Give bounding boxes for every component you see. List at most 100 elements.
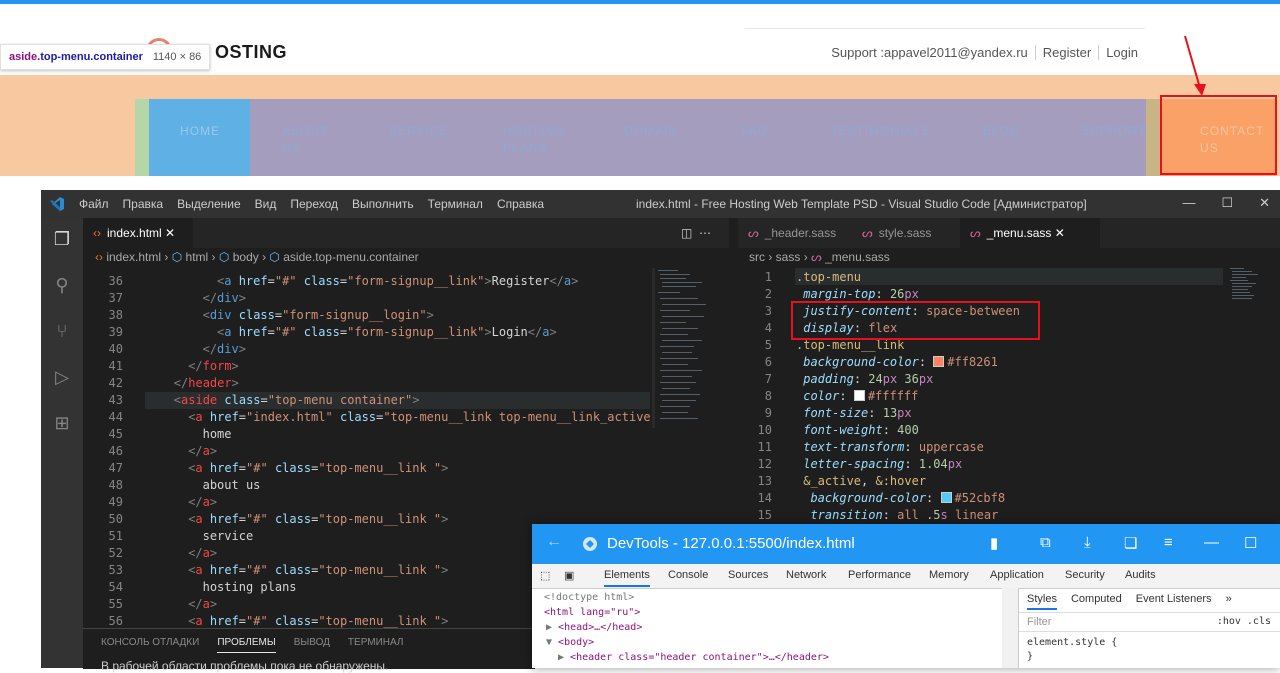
styles-filter[interactable]: Filter :hov .cls <box>1019 612 1280 632</box>
minimize-icon[interactable]: — <box>1182 195 1195 211</box>
menu-item-domain[interactable]: DOMAIN <box>624 99 678 176</box>
dom-node[interactable]: ▶ <head>…</head> <box>546 622 642 633</box>
menu-terminal[interactable]: Терминал <box>428 197 483 211</box>
tab-application[interactable]: Application <box>990 569 1044 581</box>
tab-output[interactable]: ВЫВОД <box>294 637 330 653</box>
element-style-rule[interactable]: element.style {} <box>1027 636 1117 664</box>
dom-node[interactable]: <!doctype html> <box>544 592 634 603</box>
filter-placeholder[interactable]: Filter <box>1027 616 1051 628</box>
tab-debug-console[interactable]: КОНСОЛЬ ОТЛАДКИ <box>101 637 199 653</box>
site-logo-text[interactable]: OSTING <box>215 42 287 63</box>
code-line[interactable]: </a> <box>188 444 217 458</box>
source-control-icon[interactable]: ⑂ <box>51 320 73 342</box>
tab-problems[interactable]: ПРОБЛЕМЫ <box>217 637 276 653</box>
code-line[interactable]: .top-menu__link <box>796 338 904 352</box>
menu-go[interactable]: Переход <box>290 197 338 211</box>
support-email[interactable]: Support :appavel2011@yandex.ru <box>824 45 1035 60</box>
tab-event-listeners[interactable]: Event Listeners <box>1136 593 1212 610</box>
code-line[interactable]: transition: all .5s linear <box>796 508 998 522</box>
menu-icon[interactable]: ≡ <box>1164 534 1173 551</box>
code-line[interactable]: color: #ffffff <box>796 389 918 403</box>
inspect-icon[interactable]: ⬚ <box>540 569 550 582</box>
bookmark-icon[interactable]: ▮ <box>990 534 998 552</box>
menu-help[interactable]: Справка <box>497 197 544 211</box>
tab-audits[interactable]: Audits <box>1125 569 1156 581</box>
code-line[interactable]: </a> <box>188 495 217 509</box>
maximize-icon[interactable]: ☐ <box>1221 195 1233 211</box>
code-line[interactable]: about us <box>203 478 261 492</box>
dom-scrollbar[interactable] <box>1002 588 1018 668</box>
code-line[interactable]: padding: 24px 36px <box>796 372 933 386</box>
menu-item-home[interactable]: HOME <box>149 99 250 176</box>
code-line[interactable]: </a> <box>188 546 217 560</box>
code-line[interactable]: service <box>203 529 254 543</box>
menu-item-blog[interactable]: BLOG <box>983 99 1021 176</box>
menu-item-about-us[interactable]: ABOUT US <box>282 99 329 176</box>
code-line[interactable]: font-weight: 400 <box>796 423 919 437</box>
device-mode-icon[interactable]: ▣ <box>564 569 574 582</box>
code-line[interactable]: <a href="#" class="top-menu__link "> <box>188 512 448 526</box>
tab-memory[interactable]: Memory <box>929 569 969 581</box>
code-line[interactable]: </div> <box>203 342 246 356</box>
device-toggle-icon[interactable]: ⧉ <box>1040 534 1051 551</box>
dom-tree[interactable]: <!doctype html> <html lang="ru"> ▶ <head… <box>532 588 1010 668</box>
tab-security[interactable]: Security <box>1065 569 1105 581</box>
menu-item-faq[interactable]: FAQ <box>741 99 768 176</box>
menu-item-service[interactable]: SERVICE <box>389 99 449 176</box>
code-line[interactable]: <a href="#" class="form-signup__link">Lo… <box>217 325 557 339</box>
login-link[interactable]: Login <box>1098 45 1145 60</box>
code-line[interactable]: <aside class="top-menu container"> <box>174 393 420 407</box>
back-arrow-icon[interactable]: ← <box>546 533 562 551</box>
tab-computed[interactable]: Computed <box>1071 593 1122 610</box>
code-line[interactable]: </div> <box>203 291 246 305</box>
code-line[interactable]: <a href="index.html" class="top-menu__li… <box>188 410 650 424</box>
dom-node[interactable]: ▼ <body> <box>546 637 594 648</box>
menu-view[interactable]: Вид <box>255 197 277 211</box>
minimize-icon[interactable]: — <box>1204 534 1219 551</box>
code-line[interactable]: background-color: #52cbf8 <box>796 491 1005 505</box>
copy-icon[interactable]: ❏ <box>1124 534 1137 552</box>
download-icon[interactable]: ⤓ <box>1084 534 1091 551</box>
tab-styles[interactable]: Styles <box>1027 593 1057 610</box>
code-line[interactable]: <div class="form-signup__login"> <box>203 308 434 322</box>
code-line[interactable]: <a href="#" class="form-signup__link">Re… <box>217 274 578 288</box>
code-line[interactable]: <a href="#" class="top-menu__link "> <box>188 563 448 577</box>
register-link[interactable]: Register <box>1034 45 1098 60</box>
tab-console[interactable]: Console <box>668 569 708 581</box>
code-line[interactable]: background-color: #ff8261 <box>796 355 998 369</box>
tab-terminal[interactable]: ТЕРМИНАЛ <box>348 637 404 653</box>
code-line[interactable]: text-transform: uppercase <box>796 440 984 454</box>
tab-network[interactable]: Network <box>786 569 826 581</box>
tab-elements[interactable]: Elements <box>604 569 650 587</box>
tab-menu-sass[interactable]: ᔕ _menu.sass ✕ <box>960 218 1100 248</box>
code-line[interactable]: </header> <box>174 376 239 390</box>
code-line[interactable]: home <box>203 427 232 441</box>
menu-item-support[interactable]: SUPPORT <box>1081 99 1146 176</box>
code-line[interactable]: margin-top: 26px <box>796 287 919 301</box>
menu-item-hosting-plans[interactable]: HOSTING PLANS <box>503 99 565 176</box>
code-line[interactable]: <a href="#" class="top-menu__link "> <box>188 614 448 628</box>
tab-sources[interactable]: Sources <box>728 569 768 581</box>
explorer-icon[interactable]: ❐ <box>51 228 73 250</box>
maximize-icon[interactable]: ☐ <box>1244 534 1257 552</box>
code-line[interactable]: </a> <box>188 597 217 611</box>
extensions-icon[interactable]: ⊞ <box>51 412 73 434</box>
more-tabs-icon[interactable]: » <box>1226 593 1232 610</box>
code-line[interactable]: </form> <box>188 359 239 373</box>
tab-performance[interactable]: Performance <box>848 569 911 581</box>
code-line[interactable]: <a href="#" class="top-menu__link "> <box>188 461 448 475</box>
code-line[interactable]: letter-spacing: 1.04px <box>796 457 962 471</box>
code-line[interactable]: .top-menu <box>796 270 861 284</box>
run-debug-icon[interactable]: ▷ <box>51 366 73 388</box>
hov-cls-toggle[interactable]: :hov .cls <box>1217 616 1271 627</box>
tab-index-html[interactable]: ‹› index.html ✕ <box>83 218 193 248</box>
menu-file[interactable]: Файл <box>79 197 109 211</box>
tab-header-sass[interactable]: ᔕ _header.sass <box>738 218 850 248</box>
menu-item-testimonials[interactable]: TESTIMONIALS <box>830 99 931 176</box>
split-editor-icon[interactable]: ◫ ⋯ <box>671 218 721 248</box>
close-icon[interactable]: ✕ <box>1259 195 1270 211</box>
tab-style-sass[interactable]: ᔕ style.sass <box>852 218 958 248</box>
menu-edit[interactable]: Правка <box>123 197 164 211</box>
code-line[interactable]: hosting plans <box>203 580 297 594</box>
menu-selection[interactable]: Выделение <box>177 197 241 211</box>
